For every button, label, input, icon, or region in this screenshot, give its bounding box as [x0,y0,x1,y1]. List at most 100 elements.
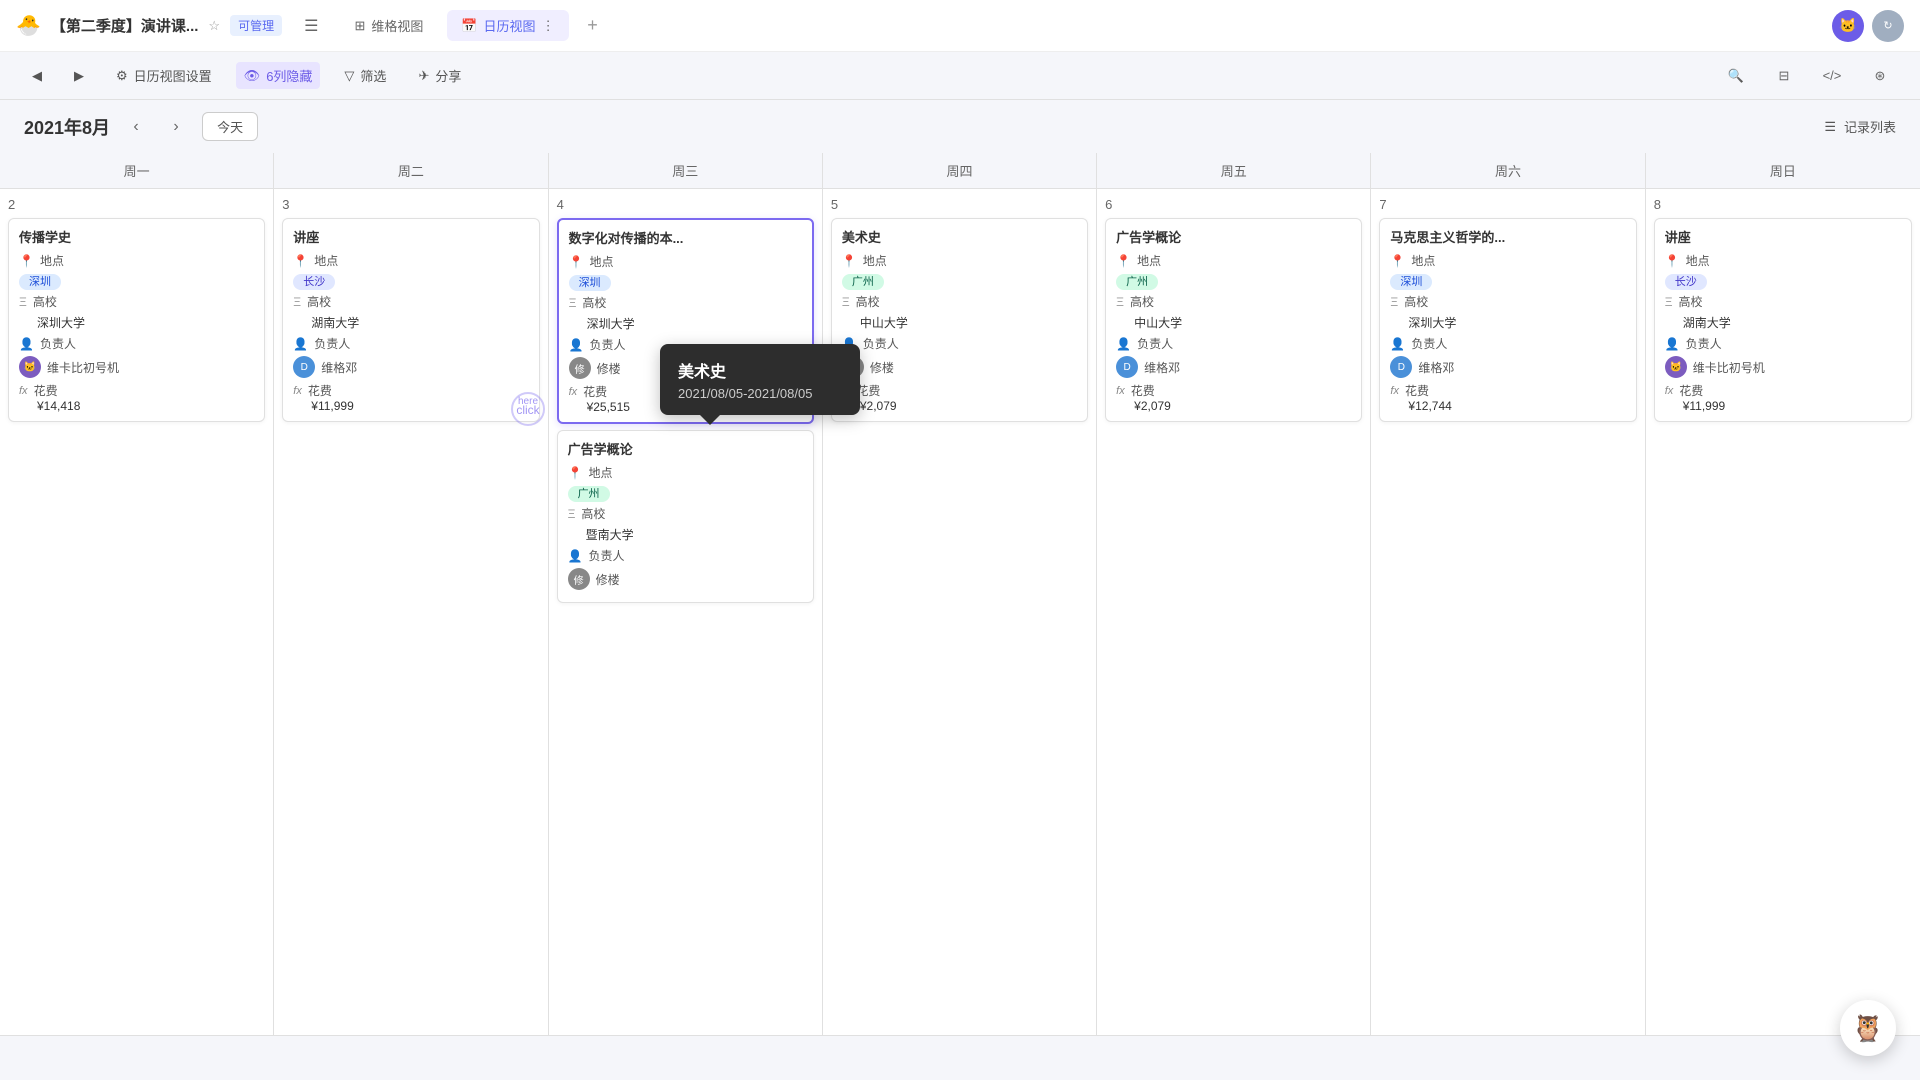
prev-month-button[interactable]: ‹ [122,113,150,141]
school-name: 中山大学 [860,314,1077,331]
person-name: 修楼 [597,360,621,377]
day-cell-thu: 5 美术史 📍 地点 广州 Ξ 高校 中山大学 👤 负责人 [823,189,1097,1036]
location-tag: 广州 [1116,274,1158,290]
header-thu: 周四 [823,153,1097,188]
add-tab-button[interactable]: + [579,12,607,40]
event-title: 讲座 [293,227,528,246]
person-avatar-row: D 维格邓 [1116,356,1351,378]
person-icon: 👤 [293,337,308,351]
fee-row: fx 花费 [842,382,1077,399]
hidden-columns-button[interactable]: 👁 6列隐藏 [236,62,321,89]
school-name: 湖南大学 [311,314,528,331]
list-view-toggle[interactable]: ☰ 记录列表 [1824,117,1896,136]
school-icon: Ξ [293,295,301,309]
fee-amount: ¥2,079 [860,399,1077,413]
day-number-5: 5 [831,197,1088,212]
school-name: 深圳大学 [37,314,254,331]
code-button[interactable]: </> [1816,60,1848,92]
location-icon: 📍 [19,254,34,268]
person-row: 👤 负责人 [19,335,254,352]
school-row: Ξ 高校 [1390,293,1625,310]
current-month: 2021年8月 [24,114,110,140]
location-row: 📍 地点 [568,464,803,481]
person-name: 修楼 [870,359,894,376]
fx-icon: fx [569,386,578,398]
location-row: 📍 地点 [569,253,802,270]
school-icon: Ξ [568,507,576,521]
location-icon: 📍 [1390,254,1405,268]
header-mon: 周一 [0,153,274,188]
school-icon: Ξ [1390,295,1398,309]
day-cell-sun: 8 讲座 📍 地点 长沙 Ξ 高校 湖南大学 👤 负责人 [1646,189,1920,1036]
day-number-7: 7 [1379,197,1636,212]
location-row: 📍 地点 [842,252,1077,269]
person-row: 👤 负责人 [1390,335,1625,352]
tab-grid-view[interactable]: ⊞ 维格视图 [340,10,437,41]
event-lecture-tue[interactable]: 讲座 📍 地点 长沙 Ξ 高校 湖南大学 👤 负责人 D [282,218,539,422]
fx-icon: fx [293,385,302,397]
location-row: 📍 地点 [19,252,254,269]
day-cell-fri: 6 广告学概论 📍 地点 广州 Ξ 高校 中山大学 👤 负责人 [1097,189,1371,1036]
location-tag: 广州 [568,486,610,502]
location-tag: 深圳 [569,275,611,291]
day-number-6: 6 [1105,197,1362,212]
event-title: 马克思主义哲学的... [1390,227,1625,246]
calendar-icon: 📅 [461,18,477,34]
location-tag: 长沙 [293,274,335,290]
back-button[interactable]: ◀ [24,64,50,88]
event-title: 讲座 [1665,227,1901,246]
event-art-history[interactable]: 美术史 📍 地点 广州 Ξ 高校 中山大学 👤 负责人 修 [831,218,1088,422]
event-advert-wed[interactable]: 广告学概论 📍 地点 广州 Ξ 高校 暨南大学 👤 负责人 [557,430,814,603]
filter-icon: ▽ [344,68,354,84]
title-bar: 🐣 【第二季度】演讲课... ☆ 可管理 ☰ ⊞ 维格视图 📅 日历视图 ⋮ +… [0,0,1920,52]
settings-icon: ⚙ [116,68,128,84]
location-icon: 📍 [293,254,308,268]
day-headers: 周一 周二 周三 周四 周五 周六 周日 [0,153,1920,189]
columns-button[interactable]: ⊟ [1768,60,1800,92]
forward-button[interactable]: ▶ [66,64,92,88]
school-icon: Ξ [1116,295,1124,309]
day-cell-sat: 7 马克思主义哲学的... 📍 地点 深圳 Ξ 高校 深圳大学 👤 负责人 [1371,189,1645,1036]
location-icon: 📍 [842,254,857,268]
event-title: 美术史 [842,227,1077,246]
avatar-user2[interactable]: ↻ [1872,10,1904,42]
hamburger-menu[interactable]: ☰ [292,10,330,42]
event-title: 数字化对传播的本... [569,228,802,247]
day-number-4: 4 [557,197,814,212]
event-lecture-sun[interactable]: 讲座 📍 地点 长沙 Ξ 高校 湖南大学 👤 负责人 🐱 [1654,218,1912,422]
float-assistant-button[interactable]: 🦉 [1840,1000,1896,1056]
avatar-user1[interactable]: 🐱 [1832,10,1864,42]
event-tooltip: 美术史 2021/08/05-2021/08/05 [660,344,860,415]
person-name: 维卡比初号机 [1693,359,1765,376]
event-chuanbo[interactable]: 传播学史 📍 地点 深圳 Ξ 高校 深圳大学 👤 负责人 [8,218,265,422]
person-icon: 👤 [1665,337,1680,351]
eye-icon: 👁 [244,68,261,84]
next-month-button[interactable]: › [162,113,190,141]
filter-button[interactable]: ▽ 筛选 [336,62,394,89]
bookmark-icon[interactable]: ☆ [208,18,220,34]
tab-calendar-view[interactable]: 📅 日历视图 ⋮ [447,10,568,41]
fee-row: fx 花费 [1665,382,1901,399]
school-row: Ξ 高校 [569,294,802,311]
calendar-settings-button[interactable]: ⚙ 日历视图设置 [108,62,220,89]
location-row: 📍 地点 [293,252,528,269]
day-number-2: 2 [8,197,265,212]
person-name: 修楼 [596,571,620,588]
school-row: Ξ 高校 [1116,293,1351,310]
share-button[interactable]: ✈ 分享 [410,62,469,89]
expand-button[interactable]: ⊛ [1864,60,1896,92]
fee-amount: ¥12,744 [1408,399,1625,413]
list-icon: ☰ [1824,119,1836,135]
person-name: 维卡比初号机 [47,359,119,376]
school-row: Ξ 高校 [1665,293,1901,310]
school-name: 湖南大学 [1683,314,1901,331]
person-row: 👤 负责人 [568,547,803,564]
calendar-header: 2021年8月 ‹ › 今天 ☰ 记录列表 [0,100,1920,153]
share-icon: ✈ [418,68,429,84]
more-options-icon[interactable]: ⋮ [542,18,555,34]
today-button[interactable]: 今天 [202,112,258,141]
event-marx[interactable]: 马克思主义哲学的... 📍 地点 深圳 Ξ 高校 深圳大学 👤 负责人 [1379,218,1636,422]
header-sat: 周六 [1371,153,1645,188]
event-advert-fri[interactable]: 广告学概论 📍 地点 广州 Ξ 高校 中山大学 👤 负责人 [1105,218,1362,422]
search-button[interactable]: 🔍 [1720,60,1752,92]
